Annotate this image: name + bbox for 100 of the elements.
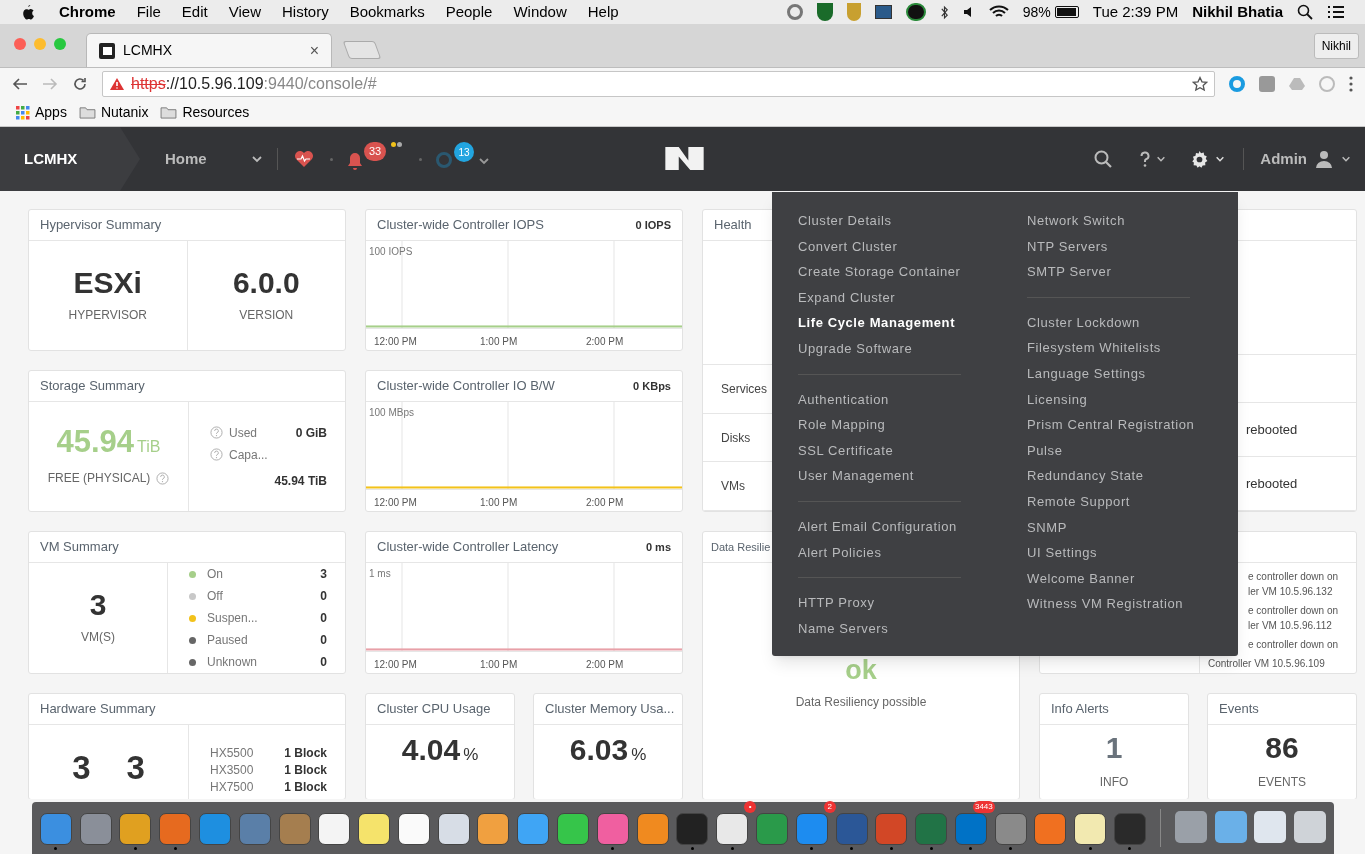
reload-icon[interactable] (72, 75, 88, 92)
star-icon[interactable] (1192, 75, 1208, 92)
app-icon[interactable] (318, 813, 351, 845)
extension-icon[interactable] (1259, 75, 1275, 92)
bluetooth-icon[interactable] (939, 4, 949, 20)
menu-item[interactable]: Pulse (1027, 437, 1238, 464)
menu-item[interactable]: Expand Cluster (798, 284, 1027, 311)
warning-text[interactable]: ler VM 10.5.96.112 (1248, 618, 1332, 633)
bell-icon[interactable] (347, 152, 363, 170)
view-selector[interactable]: Home (165, 147, 263, 171)
menu-item[interactable]: UI Settings (1027, 540, 1238, 566)
menu-item[interactable]: SSL Certificate (798, 437, 1027, 464)
storage-label: Used (229, 424, 258, 442)
app-icon[interactable] (557, 813, 590, 845)
battery-icon[interactable] (1054, 6, 1079, 18)
menu-item[interactable]: Authentication (798, 386, 1027, 413)
menu-item[interactable]: Alert Email Configuration (798, 513, 1027, 540)
menu-item[interactable]: Help (587, 0, 619, 24)
wifi-icon[interactable] (988, 5, 1009, 19)
heart-icon[interactable] (294, 150, 314, 168)
menu-item[interactable]: View (228, 0, 261, 24)
menu-item[interactable]: Cluster Details (798, 208, 1027, 234)
bookmark[interactable]: Nutanix (78, 102, 149, 123)
alert-text[interactable]: rebooted (1246, 419, 1298, 440)
menu-item[interactable]: Prism Central Registration (1027, 412, 1238, 438)
menu-item[interactable]: Language Settings (1027, 360, 1238, 387)
browser-tab[interactable]: LCMHX × (86, 33, 332, 67)
menu-item[interactable]: Life Cycle Management (798, 310, 1027, 336)
card-title: Cluster-wide Controller Latency (377, 538, 559, 557)
menu-item[interactable]: Filesystem Whitelists (1027, 335, 1238, 361)
user-menu-button[interactable]: Admin (1260, 147, 1351, 171)
help-menu-button[interactable] (1140, 151, 1167, 167)
apple-icon[interactable] (20, 3, 35, 21)
warning-text[interactable]: e controller down on (1248, 569, 1339, 584)
menu-item[interactable]: Edit (181, 0, 208, 24)
menu-item[interactable]: Witness VM Registration (1027, 591, 1238, 617)
app-icon[interactable] (477, 813, 510, 845)
app-icon[interactable] (1074, 813, 1107, 845)
app-icon[interactable] (119, 813, 152, 845)
menu-item[interactable]: Network Switch (1027, 208, 1238, 234)
menu-item[interactable]: Remote Support (1027, 488, 1238, 515)
warning-text[interactable]: Controller VM 10.5.96.109 (1208, 656, 1325, 671)
dock-item-icon[interactable] (1254, 811, 1287, 843)
logo-icon[interactable] (665, 147, 704, 170)
menu-item[interactable]: HTTP Proxy (798, 590, 1027, 616)
close-window-button[interactable] (14, 38, 26, 50)
menu-item[interactable]: NTP Servers (1027, 233, 1238, 260)
warning-text[interactable]: ler VM 10.5.96.132 (1248, 584, 1333, 599)
shield-icon[interactable] (816, 3, 833, 21)
menu-item[interactable]: Name Servers (798, 615, 1027, 642)
back-icon[interactable] (12, 75, 28, 92)
cluster-breadcrumb[interactable]: LCMHX (0, 127, 140, 191)
app-menu[interactable]: Chrome (59, 0, 116, 24)
app-icon[interactable] (397, 813, 430, 845)
close-tab-button[interactable]: × (309, 38, 319, 63)
more-icon[interactable] (1349, 75, 1353, 92)
menu-item[interactable]: File (136, 0, 161, 24)
app-icon[interactable] (358, 813, 391, 845)
dock-item-icon[interactable] (1174, 811, 1207, 843)
app-icon[interactable] (716, 813, 749, 845)
extension-icon[interactable] (1229, 75, 1245, 92)
dock-item-icon[interactable] (1214, 811, 1247, 843)
settings-menu-button[interactable] (1190, 149, 1226, 169)
warning-text[interactable]: e controller down on (1248, 603, 1339, 618)
app-icon[interactable] (636, 813, 669, 845)
menu-item[interactable]: Alert Policies (798, 539, 1027, 566)
user-name[interactable]: Nikhil Bhatia (1192, 0, 1283, 24)
menu-item[interactable]: People (445, 0, 493, 24)
menu-item[interactable]: Convert Cluster (798, 233, 1027, 260)
menu-item[interactable]: History (281, 0, 329, 24)
menu-item[interactable]: Licensing (1027, 386, 1238, 413)
clock[interactable]: Tue 2:39 PM (1092, 0, 1179, 24)
menu-item[interactable]: Role Mapping (798, 412, 1027, 438)
list-icon[interactable] (1327, 5, 1345, 19)
screen-icon[interactable] (874, 5, 892, 19)
warning-text[interactable]: e controller down on (1248, 637, 1339, 652)
menu-item[interactable]: SNMP (1027, 514, 1238, 541)
alert-text[interactable]: rebooted (1246, 473, 1298, 494)
app-icon[interactable] (437, 813, 470, 845)
health-row-label[interactable]: Services (721, 379, 767, 398)
bookmark[interactable]: Resources (160, 102, 250, 123)
menu-item[interactable]: SMTP Server (1027, 259, 1238, 285)
menu-item[interactable]: Cluster Lockdown (1027, 309, 1238, 336)
search-icon[interactable] (1094, 150, 1113, 168)
menu-item[interactable]: Bookmarks (349, 0, 425, 24)
menu-item[interactable]: Redundancy State (1027, 463, 1238, 489)
menu-item[interactable]: Window (513, 0, 567, 24)
dock-item-icon[interactable] (1294, 811, 1327, 843)
bookmark[interactable]: Apps (16, 102, 67, 123)
search-icon[interactable] (1297, 4, 1313, 20)
menu-item[interactable]: Welcome Banner (1027, 565, 1238, 592)
health-row-label[interactable]: Disks (721, 428, 751, 447)
profile-button[interactable]: Nikhil (1313, 33, 1359, 59)
notification-badge: 2 (823, 801, 836, 813)
menu-item[interactable]: Upgrade Software (798, 335, 1027, 362)
health-row-label[interactable]: VMs (721, 477, 745, 496)
menu-item[interactable]: Create Storage Container (798, 259, 1027, 285)
axis-label: 2:00 PM (586, 496, 624, 510)
address-field[interactable]: https://10.5.96.109:9440/console/# (102, 70, 1215, 97)
menu-item[interactable]: User Management (798, 463, 1027, 489)
